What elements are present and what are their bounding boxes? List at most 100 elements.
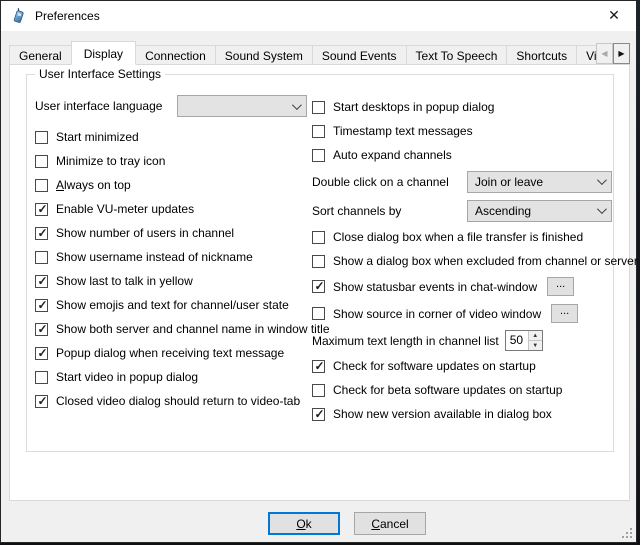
dropdown[interactable]: Join or leave <box>467 171 612 193</box>
checkbox-label: Show username instead of nickname <box>56 250 253 264</box>
checkbox-label: Check for software updates on startup <box>333 359 536 373</box>
checkbox-box[interactable] <box>312 125 325 138</box>
checkbox[interactable]: Show number of users in channel <box>35 222 234 245</box>
checkbox[interactable]: Show statusbar events in chat-window <box>312 280 537 294</box>
tab[interactable]: Display <box>71 41 136 65</box>
checkbox-row: Start minimized <box>35 125 311 149</box>
spinner-up-button[interactable]: ▲ <box>529 331 542 340</box>
checkbox[interactable]: Start minimized <box>35 126 139 149</box>
checkbox-box[interactable] <box>35 395 48 408</box>
checkbox[interactable]: Close dialog box when a file transfer is… <box>312 230 583 244</box>
checkbox-box[interactable] <box>312 307 325 320</box>
checkbox-row: Show last to talk in yellow <box>35 269 311 293</box>
checkbox-row: Check for software updates on startup <box>312 354 612 378</box>
checkbox[interactable]: Always on top <box>35 174 131 197</box>
dropdown-value: Ascending <box>475 204 531 218</box>
dropdown-label: Double click on a channel <box>312 175 449 189</box>
checkbox-label: Start minimized <box>56 130 139 144</box>
checkbox[interactable]: Show both server and channel name in win… <box>35 318 330 341</box>
chevron-down-icon <box>597 204 607 214</box>
checkbox-box[interactable] <box>35 203 48 216</box>
ellipsis-button[interactable]: ... <box>547 277 574 296</box>
preferences-window: Preferences ✕ GeneralDisplayConnectionSo… <box>0 0 637 543</box>
checkbox[interactable]: Timestamp text messages <box>312 124 473 138</box>
language-select[interactable] <box>177 95 307 117</box>
app-icon <box>11 8 27 24</box>
checkbox-box[interactable] <box>35 299 48 312</box>
left-checkbox-list: Start minimized Minimize to tray icon Al… <box>35 125 311 413</box>
checkbox[interactable]: Enable VU-meter updates <box>35 198 194 221</box>
checkbox[interactable]: Popup dialog when receiving text message <box>35 342 284 365</box>
arrow-right-icon: ▶ <box>618 49 624 58</box>
dropdown-row: Sort channels by Ascending <box>312 196 612 225</box>
checkbox-box[interactable] <box>312 360 325 373</box>
tab[interactable]: Text To Speech <box>406 45 508 65</box>
checkbox-label: Popup dialog when receiving text message <box>56 346 284 360</box>
checkbox-box[interactable] <box>312 280 325 293</box>
checkbox[interactable]: Start video in popup dialog <box>35 366 198 389</box>
checkbox-box[interactable] <box>312 255 325 268</box>
checkbox-box[interactable] <box>312 101 325 114</box>
checkbox[interactable]: Show emojis and text for channel/user st… <box>35 294 289 317</box>
checkbox-box[interactable] <box>35 131 48 144</box>
checkbox-row: Closed video dialog should return to vid… <box>35 389 311 413</box>
spinner-value[interactable]: 50 <box>506 331 528 350</box>
checkbox[interactable]: Show source in corner of video window <box>312 307 541 321</box>
checkbox-label: Timestamp text messages <box>333 124 473 138</box>
close-button[interactable]: ✕ <box>596 1 632 30</box>
ok-button[interactable]: Ok <box>268 512 340 535</box>
checkbox-box[interactable] <box>35 347 48 360</box>
checkbox-box[interactable] <box>35 179 48 192</box>
checkbox-row: Show a dialog box when excluded from cha… <box>312 249 612 273</box>
checkbox[interactable]: Minimize to tray icon <box>35 150 165 173</box>
language-row: User interface language <box>35 95 311 117</box>
right-column: Start desktops in popup dialog Timestamp… <box>312 95 612 426</box>
tab[interactable]: Sound System <box>215 45 313 65</box>
checkbox[interactable]: Show new version available in dialog box <box>312 407 552 421</box>
checkbox-box[interactable] <box>35 251 48 264</box>
spinner[interactable]: 50 ▲ ▼ <box>505 330 543 351</box>
checkbox-label: Show new version available in dialog box <box>333 407 552 421</box>
arrow-left-icon: ◀ <box>601 49 607 58</box>
checkbox-row: Show source in corner of video window ..… <box>312 300 612 327</box>
checkbox-label: Show source in corner of video window <box>333 307 541 321</box>
checkbox-row: Popup dialog when receiving text message <box>35 341 311 365</box>
checkbox-box[interactable] <box>35 275 48 288</box>
tab[interactable]: General <box>9 45 72 65</box>
tab[interactable]: Connection <box>135 45 216 65</box>
checkbox[interactable]: Closed video dialog should return to vid… <box>35 390 300 413</box>
checkbox-label: Enable VU-meter updates <box>56 202 194 216</box>
checkbox[interactable]: Start desktops in popup dialog <box>312 100 494 114</box>
checkbox-row: Check for beta software updates on start… <box>312 378 612 402</box>
checkbox-row: Close dialog box when a file transfer is… <box>312 225 612 249</box>
checkbox-box[interactable] <box>35 155 48 168</box>
checkbox-row: Show username instead of nickname <box>35 245 311 269</box>
tab[interactable]: Sound Events <box>312 45 407 65</box>
checkbox-row: Start video in popup dialog <box>35 365 311 389</box>
checkbox-box[interactable] <box>312 384 325 397</box>
checkbox[interactable]: Check for software updates on startup <box>312 359 536 373</box>
checkbox[interactable]: Show username instead of nickname <box>35 246 253 269</box>
checkbox-label: Show number of users in channel <box>56 226 234 240</box>
checkbox-box[interactable] <box>312 231 325 244</box>
checkbox-box[interactable] <box>312 408 325 421</box>
checkbox[interactable]: Show a dialog box when excluded from cha… <box>312 254 638 268</box>
titlebar[interactable]: Preferences ✕ <box>1 1 636 31</box>
checkbox-box[interactable] <box>35 227 48 240</box>
spinner-down-button[interactable]: ▼ <box>529 340 542 350</box>
cancel-button[interactable]: Cancel <box>354 512 426 535</box>
tab[interactable]: Shortcuts <box>506 45 577 65</box>
tab-scroll-right-button[interactable]: ▶ <box>613 43 630 64</box>
checkbox-box[interactable] <box>312 149 325 162</box>
checkbox-box[interactable] <box>35 323 48 336</box>
checkbox-row: Timestamp text messages <box>312 119 612 143</box>
resize-grip[interactable] <box>621 527 633 539</box>
checkbox-box[interactable] <box>35 371 48 384</box>
tab-scroll-left-button[interactable]: ◀ <box>596 43 613 64</box>
dropdown[interactable]: Ascending <box>467 200 612 222</box>
checkbox[interactable]: Check for beta software updates on start… <box>312 383 562 397</box>
ellipsis-button[interactable]: ... <box>551 304 578 323</box>
checkbox-row: Minimize to tray icon <box>35 149 311 173</box>
checkbox[interactable]: Show last to talk in yellow <box>35 270 193 293</box>
checkbox[interactable]: Auto expand channels <box>312 148 452 162</box>
